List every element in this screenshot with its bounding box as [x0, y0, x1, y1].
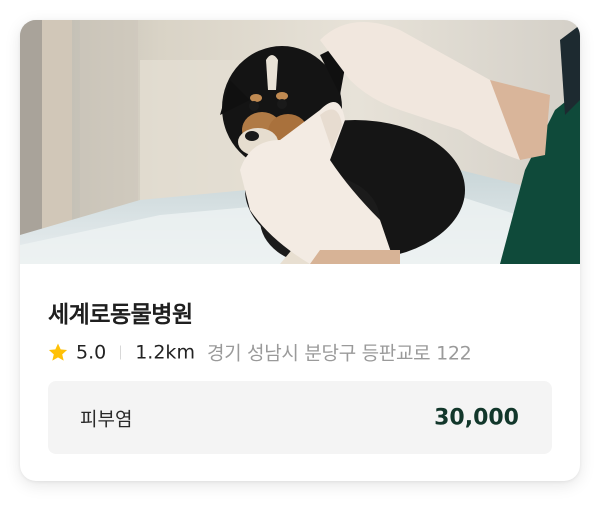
hospital-meta: 5.0 1.2km 경기 성남시 분당구 등판교로 122 [47, 339, 472, 366]
hospital-address: 경기 성남시 분당구 등판교로 122 [206, 342, 472, 365]
rating-value: 5.0 [76, 341, 107, 363]
meta-divider [120, 345, 122, 359]
hospital-photo [20, 20, 580, 264]
hospital-info: 세계로동물병원 5.0 1.2km 경기 성남시 분당구 등판교로 122 피부… [20, 264, 580, 481]
service-name: 피부염 [80, 408, 133, 430]
hospital-name: 세계로동물병원 [48, 302, 193, 328]
hospital-card[interactable]: 세계로동물병원 5.0 1.2km 경기 성남시 분당구 등판교로 122 피부… [20, 20, 580, 481]
star-icon [48, 343, 68, 361]
distance-value: 1.2km [135, 341, 195, 363]
service-price: 30,000 [434, 405, 519, 430]
service-price-row[interactable]: 피부염 30,000 [48, 381, 552, 454]
